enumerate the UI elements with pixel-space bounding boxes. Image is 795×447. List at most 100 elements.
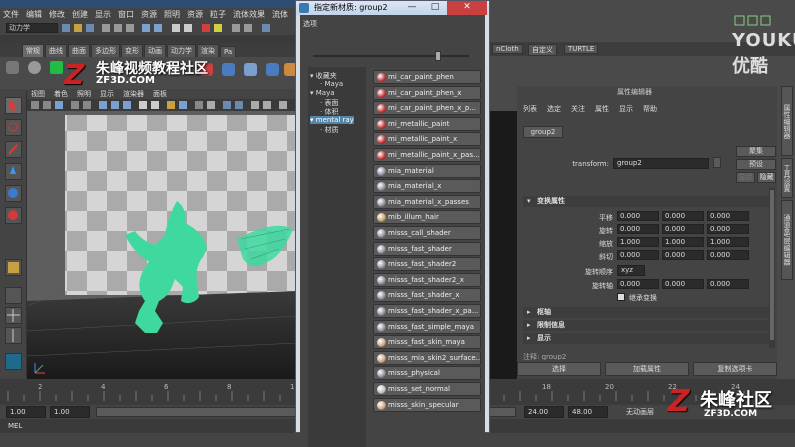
section-pivots[interactable]: ▸ 枢轴 <box>523 307 769 318</box>
shelf-tab[interactable]: 曲面 <box>68 44 90 57</box>
shelf-particle-icon[interactable] <box>244 63 257 76</box>
ae-tab-group2[interactable]: group2 <box>523 126 563 138</box>
attr-value-field[interactable]: 0.000 <box>617 211 659 221</box>
attr-value-field[interactable]: 1.000 <box>617 237 659 247</box>
shelf-tab[interactable]: 常规 <box>22 44 44 57</box>
shelf-tab[interactable]: Pa <box>220 46 237 57</box>
side-tab-tool-settings[interactable]: 工具设置 <box>781 158 793 198</box>
material-button[interactable]: misss_skin_specular <box>373 397 481 412</box>
tree-item[interactable]: · Maya <box>320 80 343 88</box>
attr-value-field[interactable]: 1.000 <box>662 237 704 247</box>
attr-value-field[interactable]: 0.000 <box>662 224 704 234</box>
menu-item[interactable]: 流体效果 <box>233 9 265 20</box>
paint-select-tool-icon[interactable] <box>5 141 22 158</box>
copy-tab-button[interactable]: 复制选项卡 <box>693 362 777 376</box>
rotate-axis-z[interactable]: 0.000 <box>707 279 749 289</box>
material-button[interactable]: mi_metallic_paint_x_pas... <box>373 148 481 162</box>
ae-menu-item[interactable]: 显示 <box>619 104 633 114</box>
viewport-menu-item[interactable]: 显示 <box>100 89 114 99</box>
ae-menu-item[interactable]: 列表 <box>523 104 537 114</box>
focus-button[interactable]: 聚集 <box>736 146 776 157</box>
shelf-tab-turtle[interactable]: TURTLE <box>564 44 599 54</box>
scale-tool-icon[interactable] <box>5 207 22 224</box>
side-tab-attribute-editor[interactable]: 属性编辑器 <box>781 86 793 156</box>
layout-split-icon[interactable] <box>5 327 22 344</box>
ae-menu-item[interactable]: 选定 <box>547 104 561 114</box>
viewport-menu-item[interactable]: 照明 <box>77 89 91 99</box>
shelf-tab[interactable]: 多边形 <box>91 44 120 57</box>
attr-value-field[interactable]: 0.000 <box>662 211 704 221</box>
material-button[interactable]: mia_material_x_passes <box>373 194 481 209</box>
transform-goto-button[interactable] <box>713 157 721 168</box>
material-button[interactable]: misss_fast_shader_x <box>373 288 481 303</box>
icon-size-slider[interactable] <box>313 51 473 61</box>
shelf-tab[interactable]: 变形 <box>121 44 143 57</box>
material-button[interactable]: mi_car_paint_phen <box>373 70 481 84</box>
snap-grid-icon[interactable] <box>5 259 22 276</box>
select-button[interactable]: 选择 <box>517 362 601 376</box>
viewport-3d[interactable] <box>27 111 297 379</box>
attr-value-field[interactable]: 0.000 <box>617 250 659 260</box>
material-button[interactable]: mia_material_x <box>373 179 481 194</box>
menu-item[interactable]: 修改 <box>49 9 65 20</box>
shelf-camera-icon[interactable] <box>28 61 41 74</box>
material-button[interactable]: mia_material <box>373 163 481 178</box>
material-button[interactable]: mi_metallic_paint <box>373 116 481 131</box>
viewport-menu-item[interactable]: 渲染器 <box>123 89 144 99</box>
presets-button[interactable]: 预设 <box>736 159 776 170</box>
rotate-axis-x[interactable]: 0.000 <box>617 279 659 289</box>
material-button[interactable]: misss_fast_shader <box>373 241 481 256</box>
maximize-button[interactable]: □ <box>424 1 446 15</box>
material-button[interactable]: misss_fast_shader_x_pa... <box>373 304 481 318</box>
menu-item[interactable]: 流体 <box>272 9 288 20</box>
range-end-outer[interactable]: 48.00 <box>568 406 608 418</box>
rotate-axis-y[interactable]: 0.000 <box>662 279 704 289</box>
mode-combo[interactable]: 动力学 <box>6 23 58 33</box>
viewport-menu-item[interactable]: 着色 <box>54 89 68 99</box>
section-transform-attrs[interactable]: ▾ 变换属性 <box>523 196 769 207</box>
menu-item[interactable]: 编辑 <box>26 9 42 20</box>
material-button[interactable]: misss_fast_shader2_x <box>373 272 481 287</box>
load-attributes-button[interactable]: 加载属性 <box>605 362 689 376</box>
material-button[interactable]: misss_fast_simple_maya <box>373 319 481 334</box>
viewport-menu-item[interactable]: 视图 <box>31 89 45 99</box>
menu-item[interactable]: 照明 <box>164 9 180 20</box>
menu-item[interactable]: 创建 <box>72 9 88 20</box>
ae-menu-item[interactable]: 属性 <box>595 104 609 114</box>
attr-value-field[interactable]: 0.000 <box>707 224 749 234</box>
tree-item[interactable]: ▾ mental ray <box>310 116 354 124</box>
rotate-order-select[interactable]: xyz <box>617 265 645 276</box>
tree-item[interactable]: · 材质 <box>320 125 338 135</box>
material-button[interactable]: misss_call_shader <box>373 226 481 240</box>
material-button[interactable]: misss_mia_skin2_surface... <box>373 350 481 365</box>
select-tool-icon[interactable] <box>5 97 22 114</box>
shelf-gear-icon[interactable] <box>6 61 19 74</box>
attr-value-field[interactable]: 0.000 <box>662 250 704 260</box>
shelf-emitter-icon[interactable] <box>222 63 235 76</box>
ae-menu-item[interactable]: 帮助 <box>643 104 657 114</box>
shelf-tab-custom[interactable]: 自定义 <box>528 44 557 56</box>
attr-value-field[interactable]: 0.000 <box>617 224 659 234</box>
tree-item[interactable]: ▾ Maya <box>310 89 335 97</box>
options-menu[interactable]: 选项 <box>303 19 317 29</box>
menu-item[interactable]: 资源 <box>187 9 203 20</box>
attr-value-field[interactable]: 0.000 <box>707 250 749 260</box>
rotate-tool-icon[interactable] <box>5 185 22 202</box>
shelf-render-icon[interactable] <box>50 61 63 74</box>
material-button[interactable]: mib_illum_hair <box>373 210 481 225</box>
shelf-tab[interactable]: 动力学 <box>167 44 196 57</box>
viewport-menu-item[interactable]: 面板 <box>153 89 167 99</box>
layout-four-icon[interactable] <box>5 307 22 324</box>
material-button[interactable]: misss_physical <box>373 366 481 381</box>
transform-name-field[interactable]: group2 <box>613 158 709 169</box>
material-button[interactable]: mi_car_paint_phen_x <box>373 85 481 100</box>
menu-item[interactable]: 窗口 <box>118 9 134 20</box>
menu-item[interactable]: 显示 <box>95 9 111 20</box>
section-display[interactable]: ▸ 显示 <box>523 333 769 344</box>
menu-item[interactable]: 粒子 <box>210 9 226 20</box>
range-start-outer[interactable]: 1.00 <box>6 406 46 418</box>
menu-item[interactable]: 文件 <box>3 9 19 20</box>
move-tool-icon[interactable] <box>5 163 22 180</box>
attr-value-field[interactable]: 1.000 <box>707 237 749 247</box>
material-button[interactable]: misss_set_normal <box>373 382 481 396</box>
